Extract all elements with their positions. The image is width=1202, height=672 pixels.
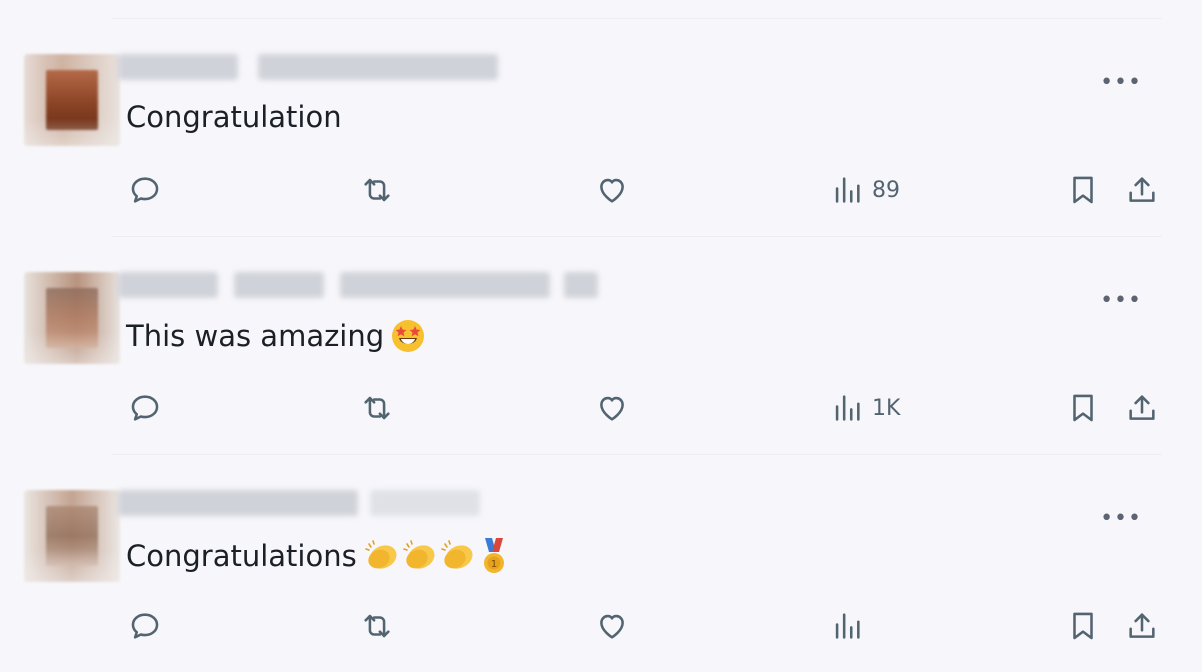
- bookmark-icon: [1073, 176, 1093, 204]
- bookmark-button[interactable]: [1066, 606, 1100, 646]
- views-count: 89: [872, 177, 900, 203]
- reply-icon: [131, 177, 159, 203]
- repost-icon: [364, 178, 390, 202]
- action-bar: 89: [0, 170, 1202, 210]
- avatar[interactable]: [24, 490, 120, 582]
- repost-button[interactable]: [360, 170, 394, 210]
- svg-text:1: 1: [491, 559, 497, 570]
- reply-post[interactable]: ••• This was amazing 1K: [0, 236, 1202, 454]
- reply-feed: ••• Congratulation 89 ••• This was amazi…: [0, 0, 1202, 640]
- repost-icon: [364, 614, 390, 638]
- like-icon: [600, 178, 624, 203]
- action-bar: [0, 606, 1202, 646]
- reply-button[interactable]: [128, 606, 162, 646]
- clapping-hands-emoji-icon: [364, 540, 397, 569]
- clapping-hands-emoji-icon: [402, 540, 435, 569]
- views-icon: [835, 613, 860, 639]
- post-text-label: Congratulations: [126, 539, 357, 573]
- share-icon: [1129, 613, 1155, 638]
- share-icon: [1129, 395, 1155, 420]
- views-button[interactable]: [830, 606, 872, 646]
- like-icon: [600, 614, 624, 639]
- like-button[interactable]: [595, 388, 629, 428]
- star-struck-emoji-icon: [392, 320, 425, 352]
- medal-emoji-icon: 1: [483, 538, 504, 573]
- reply-post[interactable]: ••• Congratulations 1: [0, 454, 1202, 672]
- views-button[interactable]: 89: [830, 170, 900, 210]
- repost-button[interactable]: [360, 388, 394, 428]
- repost-button[interactable]: [360, 606, 394, 646]
- share-icon: [1129, 177, 1155, 202]
- views-icon: [835, 395, 860, 421]
- more-icon[interactable]: •••: [1100, 508, 1142, 530]
- reply-icon: [131, 395, 159, 421]
- reply-button[interactable]: [128, 170, 162, 210]
- avatar[interactable]: [24, 54, 120, 146]
- post-text-label: Congratulation: [126, 100, 342, 134]
- bookmark-icon: [1073, 394, 1093, 422]
- avatar[interactable]: [24, 272, 120, 364]
- share-button[interactable]: [1125, 170, 1159, 210]
- views-count: 1K: [872, 395, 901, 421]
- post-text: Congratulations 1: [126, 536, 509, 576]
- post-text: Congratulation: [126, 100, 342, 134]
- reply-icon: [131, 613, 159, 639]
- like-icon: [600, 396, 624, 421]
- views-icon: [835, 177, 860, 203]
- views-button[interactable]: 1K: [830, 388, 900, 428]
- repost-icon: [364, 396, 390, 420]
- more-icon[interactable]: •••: [1100, 290, 1142, 312]
- more-icon[interactable]: •••: [1100, 72, 1142, 94]
- bookmark-button[interactable]: [1066, 170, 1100, 210]
- post-text: This was amazing: [126, 318, 426, 354]
- reply-button[interactable]: [128, 388, 162, 428]
- bookmark-button[interactable]: [1066, 388, 1100, 428]
- post-text-label: This was amazing: [126, 319, 385, 353]
- clapping-hands-emoji-icon: [440, 540, 473, 569]
- share-button[interactable]: [1125, 388, 1159, 428]
- like-button[interactable]: [595, 606, 629, 646]
- reply-post[interactable]: ••• Congratulation 89: [0, 18, 1202, 236]
- bookmark-icon: [1073, 612, 1093, 640]
- action-bar: 1K: [0, 388, 1202, 428]
- like-button[interactable]: [595, 170, 629, 210]
- share-button[interactable]: [1125, 606, 1159, 646]
